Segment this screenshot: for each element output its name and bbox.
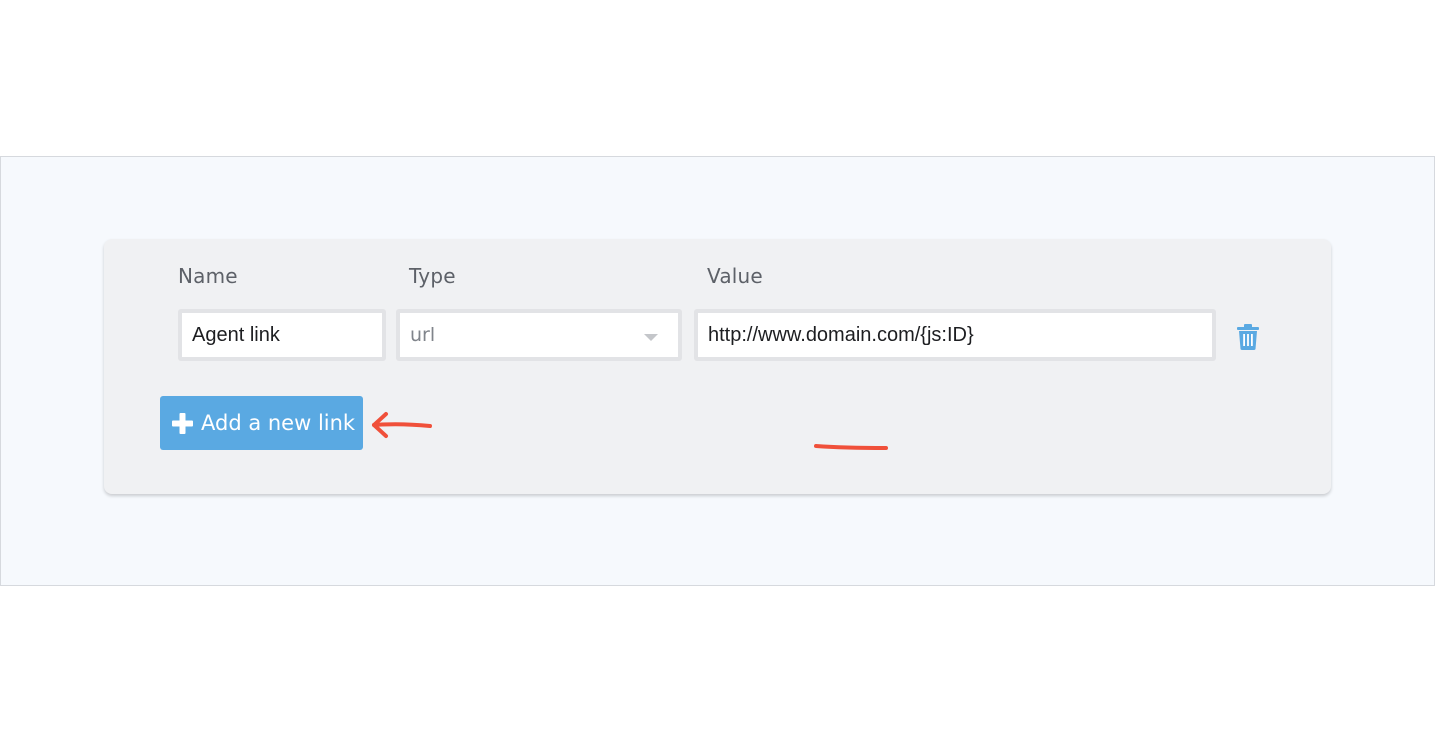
type-select-value: url — [410, 324, 436, 346]
type-select[interactable]: url — [400, 313, 678, 357]
red-arrow-mark — [372, 412, 432, 438]
links-card: Name Type Value url — [104, 239, 1331, 494]
plus-icon — [172, 412, 193, 434]
type-column-label: Type — [409, 264, 456, 288]
page-background: Name Type Value url — [0, 156, 1435, 586]
red-underline-mark — [814, 444, 888, 450]
add-new-link-button[interactable]: Add a new link — [160, 396, 363, 450]
name-input[interactable] — [182, 313, 382, 357]
chevron-down-icon — [644, 334, 658, 341]
name-field-frame — [178, 309, 386, 361]
type-field-frame: url — [396, 309, 682, 361]
trash-icon[interactable] — [1237, 324, 1259, 350]
add-new-link-label: Add a new link — [201, 411, 356, 435]
value-field-frame — [694, 309, 1216, 361]
value-input[interactable] — [698, 313, 1212, 357]
name-column-label: Name — [178, 264, 238, 288]
value-column-label: Value — [707, 264, 763, 288]
